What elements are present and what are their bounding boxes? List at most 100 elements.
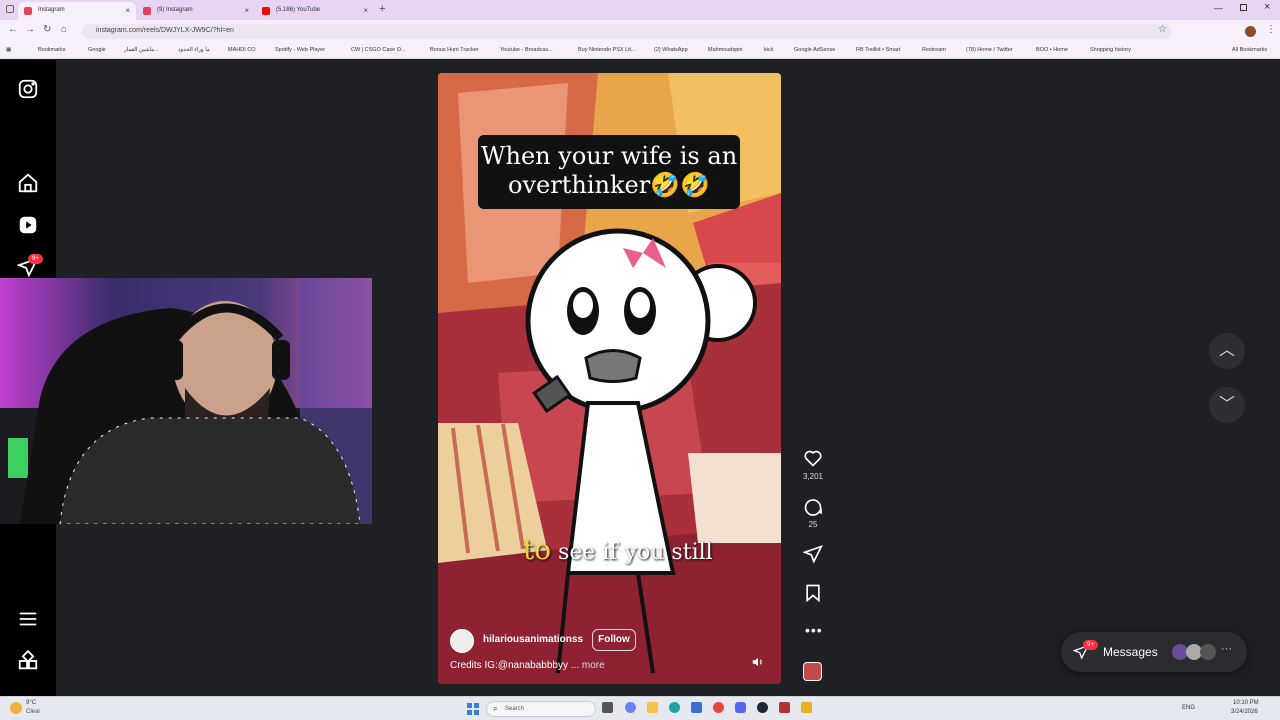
star-icon[interactable]: ☆: [1158, 24, 1167, 35]
taskbar-search-text: Search: [505, 706, 525, 712]
edge-icon[interactable]: [669, 702, 680, 713]
windows-start-icon[interactable]: [467, 703, 479, 715]
warning-app-icon[interactable]: [801, 702, 812, 713]
instagram-logo-icon[interactable]: [17, 78, 39, 100]
back-icon[interactable]: ←: [8, 24, 18, 35]
bookmark-item[interactable]: Spotify - Web Player: [275, 47, 325, 53]
steam-icon[interactable]: [757, 702, 768, 713]
obs-icon[interactable]: [779, 702, 790, 713]
taskbar-date[interactable]: 3/24/2026: [1231, 709, 1258, 715]
bookmark-item[interactable]: Restream: [922, 47, 946, 53]
message-avatar: [1200, 644, 1216, 660]
bookmarks-bar: ▦ Bookmarks Google ماشين القمار... ما ور…: [0, 42, 1280, 59]
tab-search-icon[interactable]: [6, 5, 14, 13]
tab-instagram-2[interactable]: (9) Instagram ×: [137, 2, 255, 20]
chevron-up-icon: ︿: [1218, 342, 1235, 359]
messages-button[interactable]: 9+ Messages ···: [1061, 632, 1247, 672]
chrome-icon[interactable]: [713, 702, 724, 713]
subtitle-highlight: to: [523, 533, 552, 566]
tab-label: (5,186) YouTube: [276, 7, 321, 13]
comment-icon[interactable]: [803, 496, 823, 516]
taskbar-lang[interactable]: ENG: [1182, 705, 1195, 711]
close-tab-icon[interactable]: ×: [363, 6, 368, 15]
profile-avatar[interactable]: [1245, 26, 1256, 37]
address-bar[interactable]: instagram.com/reels/DWJYLX-JW9C/?hl=en: [82, 24, 1172, 39]
reels-icon[interactable]: [17, 214, 39, 236]
bookmark-item[interactable]: RB Toolkit • Smart: [856, 47, 900, 53]
apps-icon[interactable]: ▦: [6, 47, 11, 53]
more-avatars-icon: ···: [1221, 643, 1232, 655]
youtube-favicon-icon: [262, 7, 270, 15]
like-icon[interactable]: [803, 448, 823, 468]
bookmark-item[interactable]: Shopping history: [1090, 47, 1131, 53]
more-menu-icon[interactable]: [17, 608, 39, 630]
weather-icon[interactable]: [10, 702, 22, 714]
chevron-down-icon: ﹀: [1218, 396, 1235, 413]
new-tab-button[interactable]: +: [379, 3, 385, 15]
close-window-icon[interactable]: ×: [1264, 1, 1270, 13]
share-icon[interactable]: [803, 544, 823, 564]
follow-button[interactable]: Follow: [592, 629, 636, 651]
bookmark-item[interactable]: Bonus Hunt Tracker: [430, 47, 479, 53]
bookmark-item[interactable]: kick: [764, 47, 773, 53]
save-icon[interactable]: [803, 583, 823, 603]
author-avatar[interactable]: [450, 629, 474, 653]
discord-icon[interactable]: [735, 702, 746, 713]
previous-reel-button[interactable]: ︿: [1209, 333, 1245, 369]
likes-count: 3,201: [802, 472, 824, 481]
tab-youtube[interactable]: (5,186) YouTube ×: [256, 2, 374, 20]
weather-temp: 9°C: [26, 700, 37, 706]
taskbar-time[interactable]: 10:10 PM: [1233, 700, 1259, 706]
restore-icon[interactable]: [1240, 4, 1247, 11]
tab-bar: Instagram × (9) Instagram × (5,186) YouT…: [0, 0, 1280, 20]
home-icon[interactable]: [17, 172, 39, 194]
author-username[interactable]: hilariousanimationss: [483, 634, 583, 645]
task-view-icon[interactable]: [602, 702, 613, 713]
close-tab-icon[interactable]: ×: [125, 6, 130, 15]
bookmark-item[interactable]: (78) Home / Twitter: [966, 47, 1013, 53]
bookmark-item[interactable]: Youtube - Broadcas...: [500, 47, 553, 53]
menu-dots-icon[interactable]: ⋮: [1266, 24, 1276, 35]
messages-label: Messages: [1103, 645, 1158, 659]
file-explorer-icon[interactable]: [647, 702, 658, 713]
more-options-icon[interactable]: •••: [805, 622, 823, 638]
reel-video[interactable]: When your wife is an overthinker🤣🤣 to se…: [438, 73, 781, 684]
also-from-meta-icon[interactable]: [17, 650, 39, 672]
notifications-badge: 9+: [28, 254, 43, 264]
instagram-favicon-icon: [24, 7, 32, 15]
bookmark-item[interactable]: (2) WhatsApp: [654, 47, 688, 53]
bookmark-item[interactable]: MAHDI CO: [228, 47, 256, 53]
next-reel-button[interactable]: ﹀: [1209, 387, 1245, 423]
bookmark-item[interactable]: BOO • Home: [1036, 47, 1068, 53]
home-icon[interactable]: ⌂: [61, 24, 67, 35]
bookmark-item[interactable]: Google AdSense: [794, 47, 835, 53]
forward-icon[interactable]: →: [25, 24, 35, 35]
credits-caption: Credits IG:@nanababbbyy ... more: [450, 660, 605, 671]
search-icon: ⌕: [493, 704, 498, 713]
more-link[interactable]: ... more: [571, 660, 605, 671]
bookmark-item[interactable]: Mahmoudspin: [708, 47, 743, 53]
tab-instagram[interactable]: Instagram ×: [18, 2, 136, 20]
messages-badge: 9+: [1083, 640, 1098, 650]
bookmark-item[interactable]: Bookmarks: [38, 47, 66, 53]
close-tab-icon[interactable]: ×: [244, 6, 249, 15]
credits-text: Credits IG:@nanababbbyy: [450, 660, 568, 671]
bookmark-item[interactable]: ما وراء الحدود: [178, 47, 210, 53]
store-icon[interactable]: [691, 702, 702, 713]
mute-icon[interactable]: [751, 655, 765, 669]
taskbar-search[interactable]: ⌕ Search: [486, 701, 596, 717]
bookmark-item[interactable]: ماشين القمار...: [124, 47, 159, 53]
subtitle-rest: see if you still: [551, 540, 713, 565]
bookmark-item[interactable]: Google: [88, 47, 106, 53]
copilot-icon[interactable]: [625, 702, 636, 713]
webcam-feed-image: [0, 278, 372, 524]
bookmark-item[interactable]: All Bookmarks: [1232, 47, 1267, 53]
bookmark-item[interactable]: Buy Nintendo PSX Lit...: [578, 47, 635, 53]
audio-thumbnail[interactable]: [803, 662, 822, 681]
minimize-icon[interactable]: —: [1214, 3, 1223, 13]
comments-count: 25: [808, 520, 818, 529]
reload-icon[interactable]: ↻: [43, 24, 51, 35]
bookmark-item[interactable]: CW | CSGO Case O...: [351, 47, 406, 53]
tab-label: Instagram: [38, 7, 65, 13]
webcam-overlay: [0, 278, 372, 524]
